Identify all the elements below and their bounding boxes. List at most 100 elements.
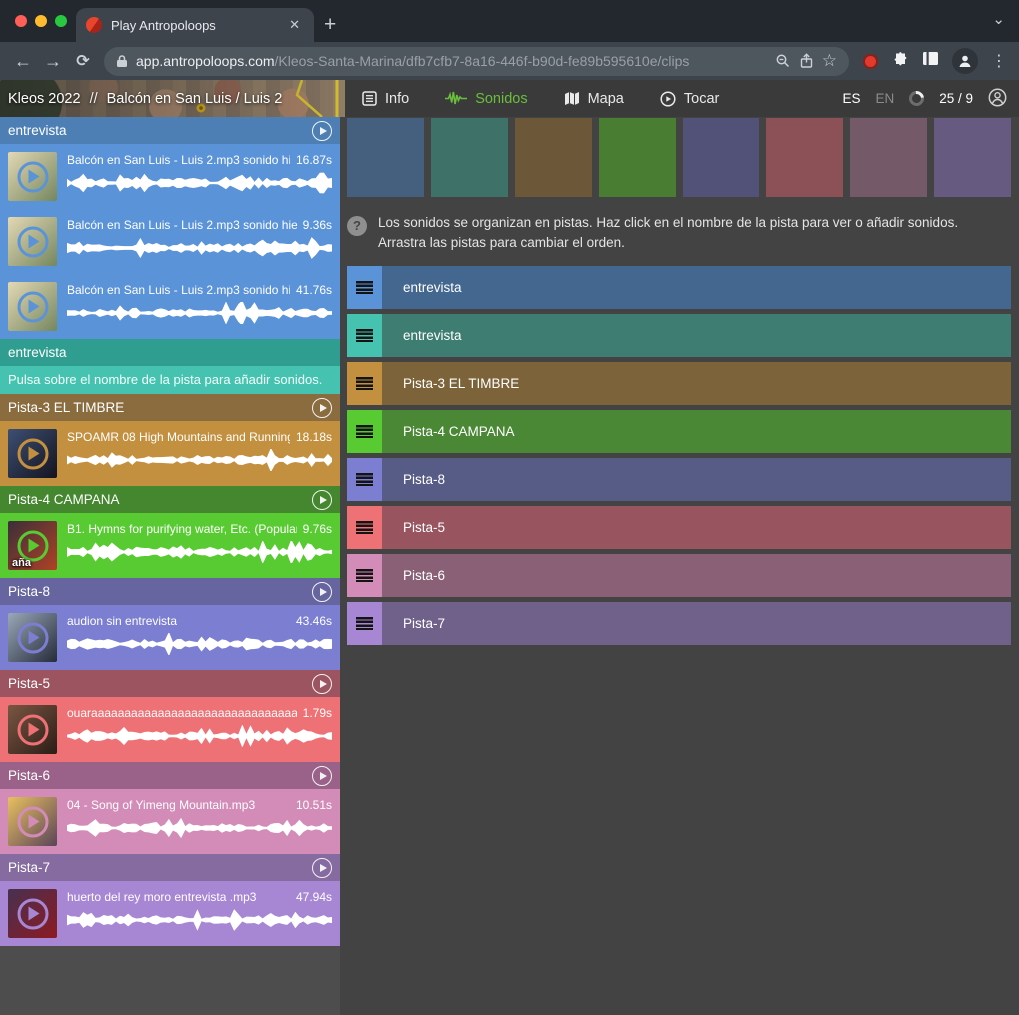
clip-item[interactable]: Balcón en San Luis - Luis 2.mp3 sonido h… (0, 209, 340, 274)
track-play-button[interactable] (312, 674, 332, 694)
track-color-swatch (766, 118, 843, 197)
track-row[interactable]: Pista-3 EL TIMBRE (347, 362, 1011, 405)
track-play-button[interactable] (312, 766, 332, 786)
track-row[interactable]: Pista-5 (347, 506, 1011, 549)
track-row[interactable]: Pista-4 CAMPANA (347, 410, 1011, 453)
tab-close-icon[interactable]: ✕ (285, 15, 304, 35)
track-row-body[interactable]: Pista-5 (382, 506, 1011, 549)
drag-handle[interactable] (347, 554, 382, 597)
reload-button[interactable]: ⟳ (68, 46, 98, 76)
clip-thumbnail[interactable] (8, 613, 57, 662)
sidebar-track-header[interactable]: Pista-3 EL TIMBRE (0, 394, 340, 421)
track-row-body[interactable]: Pista-7 (382, 602, 1011, 645)
clip-thumbnail[interactable] (8, 282, 57, 331)
close-window-button[interactable] (15, 15, 27, 27)
clip-play-icon[interactable] (17, 622, 48, 653)
bookmark-star-icon[interactable]: ☆ (822, 51, 837, 71)
drag-handle[interactable] (347, 602, 382, 645)
track-row-body[interactable]: Pista-4 CAMPANA (382, 410, 1011, 453)
track-play-button[interactable] (312, 121, 332, 141)
nav-tab-tocar[interactable]: Tocar (660, 91, 719, 107)
track-row-body[interactable]: Pista-8 (382, 458, 1011, 501)
zoom-page-icon[interactable] (775, 53, 791, 69)
project-cover-photo[interactable]: Kleos 2022 // Balcón en San Luis / Luis … (0, 80, 345, 117)
track-play-button[interactable] (312, 858, 332, 878)
clip-thumbnail[interactable] (8, 152, 57, 201)
clip-play-icon[interactable] (17, 161, 48, 192)
back-button[interactable]: ← (8, 46, 38, 76)
clip-play-icon[interactable] (17, 806, 48, 837)
sidebar-track-header[interactable]: Pista-4 CAMPANA (0, 486, 340, 513)
clip-item[interactable]: SPOAMR 08 High Mountains and Running ...… (0, 421, 340, 486)
forward-button[interactable]: → (38, 46, 68, 76)
nav-tab-mapa[interactable]: Mapa (564, 91, 624, 107)
browser-tab[interactable]: Play Antropoloops ✕ (76, 8, 314, 42)
clip-item[interactable]: 04 - Song of Yimeng Mountain.mp3 10.51s (0, 789, 340, 854)
nav-tab-info[interactable]: Info (362, 91, 409, 107)
clip-play-icon[interactable] (17, 714, 48, 745)
extensions-puzzle-icon[interactable] (891, 50, 909, 73)
sidebar-track-header[interactable]: Pista-7 (0, 854, 340, 881)
account-icon[interactable] (988, 88, 1007, 110)
track-row-body[interactable]: Pista-3 EL TIMBRE (382, 362, 1011, 405)
map-icon (564, 91, 580, 106)
sidebar-track-header[interactable]: Pista-5 (0, 670, 340, 697)
url-path: /Kleos-Santa-Marina/dfb7cfb7-8a16-446f-b… (275, 53, 690, 69)
url-text[interactable]: app.antropoloops.com/Kleos-Santa-Marina/… (136, 53, 767, 69)
track-play-button[interactable] (312, 490, 332, 510)
clip-thumbnail[interactable] (8, 217, 57, 266)
sidebar-track-header[interactable]: Pista-6 (0, 762, 340, 789)
nav-tab-sonidos[interactable]: Sonidos (445, 91, 527, 107)
minimize-window-button[interactable] (35, 15, 47, 27)
clip-item[interactable]: Balcón en San Luis - Luis 2.mp3 sonido h… (0, 274, 340, 339)
lock-icon (116, 54, 128, 68)
track-row[interactable]: entrevista (347, 314, 1011, 357)
clip-play-icon[interactable] (17, 438, 48, 469)
clip-item[interactable]: audion sin entrevista 43.46s (0, 605, 340, 670)
track-play-button[interactable] (312, 398, 332, 418)
clip-item[interactable]: huerto del rey moro entrevista .mp3 47.9… (0, 881, 340, 946)
drag-handle[interactable] (347, 266, 382, 309)
address-bar[interactable]: app.antropoloops.com/Kleos-Santa-Marina/… (104, 47, 849, 76)
side-panel-icon[interactable] (922, 51, 939, 71)
clip-play-icon[interactable] (17, 226, 48, 257)
drag-handle[interactable] (347, 458, 382, 501)
lang-en-button[interactable]: EN (875, 91, 894, 106)
browser-menu-icon[interactable]: ⋮ (991, 51, 1007, 71)
track-play-button[interactable] (312, 582, 332, 602)
drag-handle[interactable] (347, 410, 382, 453)
new-tab-button[interactable]: + (324, 13, 336, 37)
track-row[interactable]: Pista-8 (347, 458, 1011, 501)
clip-thumbnail[interactable] (8, 797, 57, 846)
track-row[interactable]: Pista-7 (347, 602, 1011, 645)
clip-thumbnail[interactable] (8, 889, 57, 938)
track-row-body[interactable]: Pista-6 (382, 554, 1011, 597)
clip-play-icon[interactable] (17, 291, 48, 322)
breadcrumb-project[interactable]: Kleos 2022 (8, 91, 81, 107)
clip-thumbnail[interactable]: aña (8, 521, 57, 570)
drag-handle[interactable] (347, 506, 382, 549)
sidebar-track-section: Pista-7 huerto del rey moro entrevista .… (0, 854, 340, 946)
clip-thumbnail[interactable] (8, 429, 57, 478)
track-row-body[interactable]: entrevista (382, 266, 1011, 309)
profile-avatar[interactable] (952, 48, 978, 74)
clip-play-icon[interactable] (17, 898, 48, 929)
sidebar-track-header[interactable]: entrevista (0, 117, 340, 144)
drag-handle[interactable] (347, 314, 382, 357)
track-row[interactable]: entrevista (347, 266, 1011, 309)
zoom-window-button[interactable] (55, 15, 67, 27)
clip-thumbnail[interactable] (8, 705, 57, 754)
clip-item[interactable]: aña B1. Hymns for purifying water, Etc. … (0, 513, 340, 578)
clip-item[interactable]: Balcón en San Luis - Luis 2.mp3 sonido h… (0, 144, 340, 209)
lang-es-button[interactable]: ES (842, 91, 860, 106)
clip-item[interactable]: ouaraaaaaaaaaaaaaaaaaaaaaaaaaaaaaaaaa...… (0, 697, 340, 762)
record-extension-icon[interactable] (863, 54, 878, 69)
clips-counter: 25 / 9 (939, 91, 973, 106)
track-row-body[interactable]: entrevista (382, 314, 1011, 357)
sidebar-track-header[interactable]: entrevista (0, 339, 340, 366)
share-icon[interactable] (799, 53, 814, 69)
sidebar-track-header[interactable]: Pista-8 (0, 578, 340, 605)
drag-handle[interactable] (347, 362, 382, 405)
tab-search-chevron-icon[interactable]: ⌄ (992, 10, 1005, 28)
track-row[interactable]: Pista-6 (347, 554, 1011, 597)
